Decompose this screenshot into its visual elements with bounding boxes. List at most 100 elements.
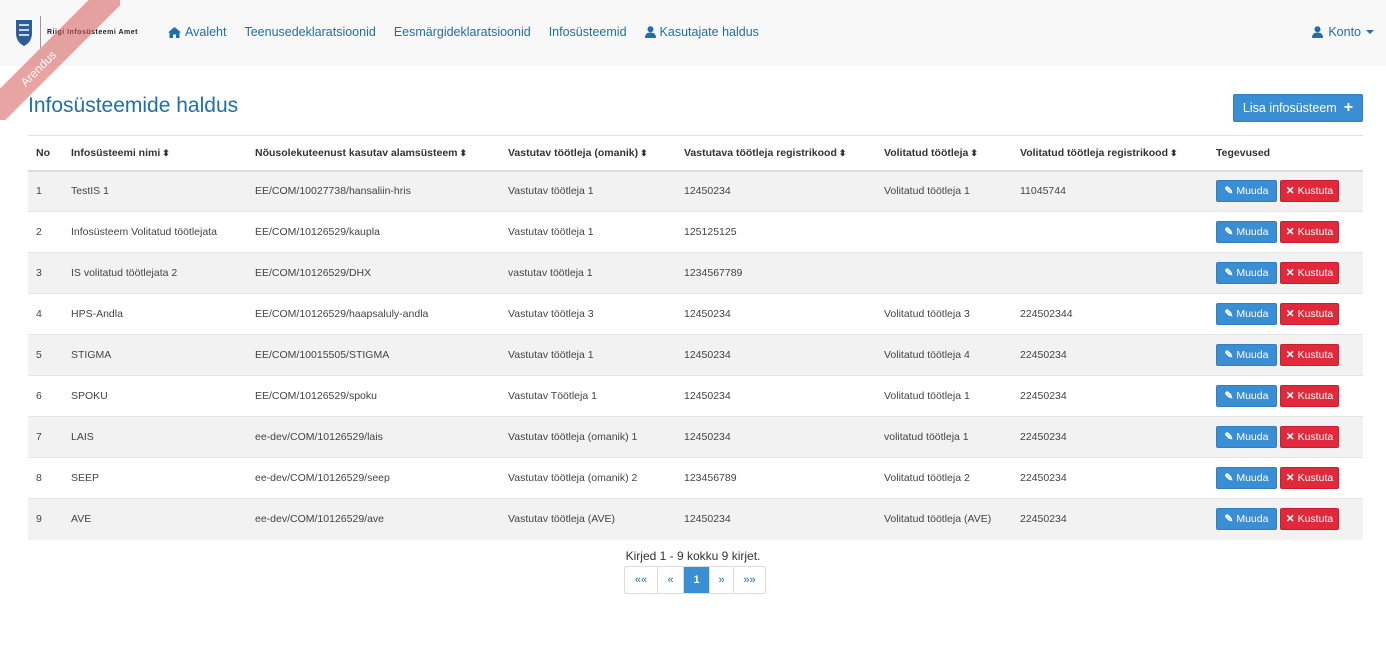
cell-processor: Volitatud töötleja 1	[876, 375, 1012, 417]
cell-processor-regcode: 11045744	[1012, 170, 1208, 212]
nav-information-systems[interactable]: Infosüsteemid	[549, 25, 627, 39]
close-icon: ✕	[1285, 431, 1295, 443]
cell-name: AVE	[63, 498, 247, 540]
cell-subsystem: EE/COM/10027738/hansaliin-hris	[247, 170, 500, 212]
delete-button-label: Kustuta	[1297, 390, 1334, 402]
delete-button[interactable]: ✕ Kustuta	[1280, 262, 1339, 284]
cell-name: Infosüsteem Volitatud töötlejata	[63, 211, 247, 253]
add-button-label: Lisa infosüsteem	[1242, 101, 1337, 115]
cell-processor: volitatud töötleja 1	[876, 416, 1012, 458]
cell-processor-regcode: 22450234	[1012, 416, 1208, 458]
cell-controller-regcode: 123456789	[676, 457, 876, 499]
cell-processor-regcode: 22450234	[1012, 334, 1208, 376]
cell-controller: vastutav töötleja 1	[500, 252, 676, 294]
cell-actions: ✎ Muuda ✕ Kustuta	[1208, 416, 1363, 458]
nav-user-management[interactable]: Kasutajate haldus	[644, 25, 759, 39]
edit-button[interactable]: ✎ Muuda	[1216, 467, 1277, 489]
cell-controller-regcode: 12450234	[676, 375, 876, 417]
cell-processor-regcode: 22450234	[1012, 498, 1208, 540]
cell-controller: Vastutav töötleja (AVE)	[500, 498, 676, 540]
sort-icon: ⬍	[640, 147, 648, 158]
edit-button[interactable]: ✎ Muuda	[1216, 508, 1277, 531]
edit-button[interactable]: ✎ Muuda	[1216, 426, 1277, 448]
cell-processor: Volitatud töötleja (AVE)	[876, 498, 1012, 540]
close-icon: ✕	[1285, 185, 1295, 198]
table-row: 1 TestIS 1 EE/COM/10027738/hansaliin-hris V…	[28, 170, 1363, 212]
cell-processor-regcode: 22450234	[1012, 375, 1208, 417]
cell-no: 2	[28, 211, 63, 253]
account-menu[interactable]: Konto	[1312, 25, 1374, 39]
cell-subsystem: EE/COM/10126529/spoku	[247, 375, 500, 417]
close-icon: ✕	[1285, 472, 1295, 484]
close-icon: ✕	[1285, 226, 1295, 238]
col-name[interactable]: Infosüsteemi nimi ⬍	[63, 135, 247, 172]
edit-button[interactable]: ✎ Muuda	[1216, 180, 1277, 203]
delete-button[interactable]: ✕ Kustuta	[1280, 426, 1339, 448]
col-controller[interactable]: Vastutav töötleja (omanik) ⬍	[500, 135, 676, 172]
delete-button[interactable]: ✕ Kustuta	[1280, 508, 1339, 531]
close-icon: ✕	[1285, 390, 1295, 402]
edit-button-label: Muuda	[1236, 185, 1269, 198]
sort-icon: ⬍	[459, 147, 468, 158]
delete-button[interactable]: ✕ Kustuta	[1280, 344, 1339, 366]
edit-button[interactable]: ✎ Muuda	[1216, 344, 1277, 366]
page-current[interactable]: 1	[683, 567, 709, 593]
cell-no: 5	[28, 334, 63, 376]
edit-icon: ✎	[1224, 513, 1234, 526]
cell-controller: Vastutav töötleja (omanik) 1	[500, 416, 676, 458]
page-next[interactable]: »	[709, 567, 733, 593]
delete-button-label: Kustuta	[1297, 431, 1334, 443]
edit-button-label: Muuda	[1236, 226, 1269, 238]
cell-subsystem: EE/COM/10015505/STIGMA	[247, 334, 500, 376]
nav-information-systems-label: Infosüsteemid	[548, 25, 627, 39]
cell-controller-regcode: 12450234	[676, 170, 876, 212]
nav-purpose-declarations-label: Eesmärgideklaratsioonid	[393, 25, 531, 39]
edit-button[interactable]: ✎ Muuda	[1216, 385, 1277, 407]
delete-button[interactable]: ✕ Kustuta	[1280, 180, 1339, 203]
edit-icon: ✎	[1224, 349, 1234, 361]
edit-button-label: Muuda	[1236, 349, 1269, 361]
sort-icon: ⬍	[1169, 147, 1178, 158]
nav-service-declarations[interactable]: Teenusedeklaratsioonid	[244, 25, 375, 39]
environment-ribbon: Arendus	[0, 0, 120, 120]
add-information-system-button[interactable]: Lisa infosüsteem +	[1233, 94, 1363, 122]
cell-name: LAIS	[63, 416, 247, 458]
cell-subsystem: EE/COM/10126529/DHX	[247, 252, 500, 294]
delete-button[interactable]: ✕ Kustuta	[1280, 221, 1339, 243]
delete-button-label: Kustuta	[1297, 513, 1334, 526]
information-systems-table: No Infosüsteemi nimi ⬍ Nõusolekuteenust k…	[28, 135, 1363, 540]
cell-controller: Vastutav töötleja 1	[500, 170, 676, 212]
close-icon: ✕	[1285, 267, 1295, 279]
col-processor-regcode[interactable]: Volitatud töötleja registrikood ⬍	[1012, 135, 1208, 172]
nav-purpose-declarations[interactable]: Eesmärgideklaratsioonid	[394, 25, 531, 39]
cell-controller: Vastutav Töötleja 1	[500, 375, 676, 417]
cell-actions: ✎ Muuda ✕ Kustuta	[1208, 170, 1363, 212]
page-prev[interactable]: «	[657, 567, 683, 593]
cell-no: 4	[28, 293, 63, 335]
ribbon-label: Arendus	[17, 47, 60, 90]
cell-actions: ✎ Muuda ✕ Kustuta	[1208, 334, 1363, 376]
delete-button[interactable]: ✕ Kustuta	[1280, 467, 1339, 489]
edit-button[interactable]: ✎ Muuda	[1216, 303, 1277, 325]
page-first[interactable]: ««	[625, 567, 657, 593]
cell-processor: Volitatud töötleja 1	[876, 170, 1012, 212]
account-user-icon	[1312, 26, 1324, 38]
table-row: 9 AVE ee-dev/COM/10126529/ave Vastutav tööt…	[28, 498, 1363, 540]
col-subsystem[interactable]: Nõusolekuteenust kasutav alamsüsteem ⬍	[247, 135, 500, 172]
cell-subsystem: EE/COM/10126529/kaupla	[247, 211, 500, 253]
delete-button-label: Kustuta	[1297, 472, 1334, 484]
home-icon	[168, 26, 181, 38]
edit-button[interactable]: ✎ Muuda	[1216, 262, 1277, 284]
cell-actions: ✎ Muuda ✕ Kustuta	[1208, 252, 1363, 294]
col-controller-regcode[interactable]: Vastutava töötleja registrikood ⬍	[676, 135, 876, 172]
cell-controller-regcode: 12450234	[676, 416, 876, 458]
page-last[interactable]: »»	[733, 567, 765, 593]
delete-button-label: Kustuta	[1297, 185, 1334, 198]
cell-processor: Volitatud töötleja 4	[876, 334, 1012, 376]
cell-no: 8	[28, 457, 63, 499]
col-processor[interactable]: Volitatud töötleja ⬍	[876, 135, 1012, 172]
delete-button[interactable]: ✕ Kustuta	[1280, 303, 1339, 325]
nav-home[interactable]: Avaleht	[168, 25, 226, 39]
edit-button[interactable]: ✎ Muuda	[1216, 221, 1277, 243]
delete-button[interactable]: ✕ Kustuta	[1280, 385, 1339, 407]
